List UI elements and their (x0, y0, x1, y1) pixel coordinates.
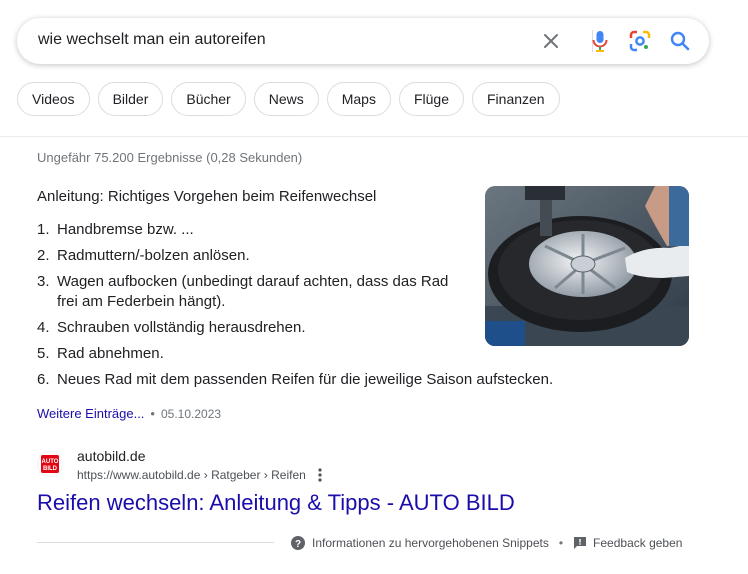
more-entries-link[interactable]: Weitere Einträge... (37, 406, 144, 421)
snippet-image[interactable] (485, 186, 689, 346)
chip-videos[interactable]: Videos (17, 82, 90, 116)
step-text: Wagen aufbocken (unbedingt darauf achten… (57, 273, 449, 310)
chip-news[interactable]: News (253, 82, 319, 116)
snippet-date: 05.10.2023 (160, 407, 222, 421)
list-item: 5. Rad abnehmen. (37, 344, 553, 364)
chip-buecher[interactable]: Bücher (171, 82, 246, 116)
list-item: 1. Handbremse bzw. ... (37, 220, 553, 240)
search-input[interactable]: wie wechselt man ein autoreifen (38, 31, 266, 49)
result-title-link[interactable]: Reifen wechseln: Anleitung & Tipps - AUT… (37, 490, 515, 516)
step-number: 5. (37, 345, 50, 362)
list-item: 6. Neues Rad mit dem passenden Reifen für… (37, 370, 553, 390)
search-box[interactable]: wie wechselt man ein autoreifen (17, 18, 709, 64)
svg-text:BILD: BILD (43, 466, 58, 472)
snippet-steps: 1. Handbremse bzw. ... 2. Radmuttern/-bolz… (37, 220, 553, 396)
step-number: 1. (37, 221, 50, 238)
step-number: 3. (37, 273, 50, 290)
svg-text:AUTO: AUTO (42, 459, 59, 465)
chip-bilder[interactable]: Bilder (97, 82, 164, 116)
snippet-heading: Anleitung: Richtiges Vorgehen beim Reife… (37, 188, 377, 205)
feedback-icon (574, 537, 587, 549)
list-item: 4. Schrauben vollständig herausdrehen. (37, 318, 553, 338)
separator-dot: • (558, 536, 564, 550)
chip-finanzen[interactable]: Finanzen (472, 82, 560, 116)
step-text: Neues Rad mit dem passenden Reifen für d… (57, 371, 554, 388)
chip-maps[interactable]: Maps (326, 82, 391, 116)
list-item: 2. Radmuttern/-bolzen anlösen. (37, 246, 553, 266)
site-name[interactable]: autobild.de (77, 448, 146, 464)
step-text: Rad abnehmen. (57, 345, 164, 362)
site-favicon[interactable]: AUTO BILD (37, 451, 63, 477)
step-number: 6. (37, 371, 50, 388)
chip-fluege[interactable]: Flüge (398, 82, 464, 116)
search-icon[interactable] (668, 29, 692, 53)
footer-divider (37, 542, 274, 543)
microphone-icon[interactable] (588, 29, 612, 53)
more-options-icon[interactable] (313, 466, 327, 484)
svg-text:?: ? (295, 539, 301, 550)
snippet-info-label: Informationen zu hervorgehobenen Snippet… (312, 536, 549, 550)
close-icon[interactable] (539, 29, 563, 53)
feedback-link[interactable]: Feedback geben (573, 536, 682, 550)
step-number: 2. (37, 247, 50, 264)
step-text: Handbremse bzw. ... (57, 221, 194, 238)
help-icon: ? (291, 536, 305, 550)
filter-chips: Videos Bilder Bücher News Maps Flüge Fin… (17, 82, 560, 116)
more-entries: Weitere Einträge... • 05.10.2023 (37, 406, 221, 421)
step-text: Radmuttern/-bolzen anlösen. (57, 247, 250, 264)
camera-lens-icon[interactable] (628, 29, 652, 53)
separator-dot: • (150, 406, 155, 421)
site-url[interactable]: https://www.autobild.de › Ratgeber › Rei… (77, 468, 306, 482)
snippet-info-link[interactable]: ? Informationen zu hervorgehobenen Snipp… (290, 535, 549, 551)
header-divider (0, 136, 748, 137)
snippet-footer: ? Informationen zu hervorgehobenen Snipp… (290, 535, 682, 551)
list-item: 3. Wagen aufbocken (unbedingt darauf acht… (37, 272, 553, 312)
result-stats: Ungefähr 75.200 Ergebnisse (0,28 Sekunde… (37, 150, 303, 165)
step-number: 4. (37, 319, 50, 336)
feedback-label: Feedback geben (593, 536, 683, 550)
step-text: Schrauben vollständig herausdrehen. (57, 319, 306, 336)
